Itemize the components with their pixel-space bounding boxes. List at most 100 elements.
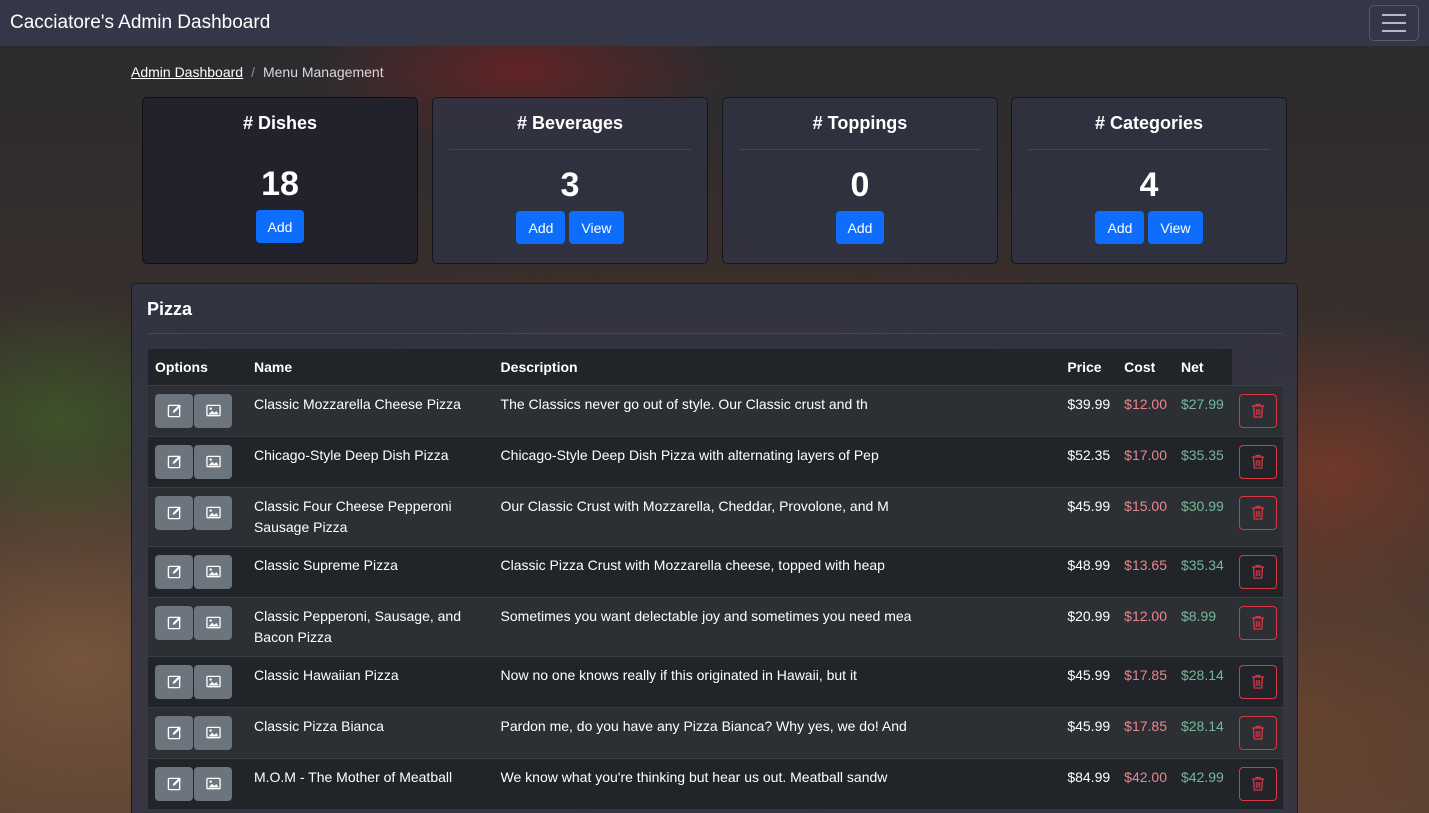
- breadcrumb-admin-dashboard[interactable]: Admin Dashboard: [131, 64, 243, 80]
- trash-icon: [1251, 505, 1264, 520]
- dish-net: $28.14: [1173, 656, 1232, 707]
- dish-net: $27.99: [1173, 385, 1232, 436]
- dish-cost: $15.00: [1117, 487, 1174, 546]
- dish-cost: $12.00: [1117, 385, 1174, 436]
- add-dish-button[interactable]: Add: [255, 210, 305, 243]
- pizza-section-panel: Pizza Options Name Description Price Cos…: [131, 283, 1298, 813]
- table-row: Classic Four Cheese Pepperoni Sausage Pi…: [148, 487, 1283, 546]
- edit-button[interactable]: [155, 554, 193, 589]
- trash-icon: [1251, 564, 1264, 579]
- image-button[interactable]: [194, 495, 232, 530]
- stat-actions: Add View: [433, 211, 707, 244]
- dish-name: Classic Pizza Bianca: [246, 707, 494, 758]
- dish-name: Chicago-Style Deep Dish Pizza: [246, 436, 494, 487]
- edit-button[interactable]: [155, 664, 193, 699]
- table-row: Classic Supreme Pizza Classic Pizza Crus…: [148, 546, 1283, 597]
- view-beverages-button[interactable]: View: [569, 211, 624, 244]
- trash-icon: [1251, 674, 1264, 689]
- column-name: Name: [246, 349, 494, 385]
- options-cell: [148, 385, 247, 436]
- edit-icon: [167, 455, 181, 469]
- delete-button[interactable]: [1238, 495, 1277, 530]
- delete-button[interactable]: [1238, 554, 1277, 589]
- app-brand[interactable]: Cacciatore's Admin Dashboard: [10, 12, 270, 34]
- dish-name: Classic Pepperoni, Sausage, and Bacon Pi…: [246, 597, 494, 656]
- dish-cost: $17.00: [1117, 436, 1174, 487]
- edit-icon: [167, 777, 181, 791]
- image-icon: [205, 675, 221, 688]
- section-title: Pizza: [147, 299, 193, 319]
- image-icon: [205, 616, 221, 629]
- dish-description: Pardon me, do you have any Pizza Bianca?…: [493, 707, 1061, 758]
- image-button[interactable]: [194, 715, 232, 750]
- image-button[interactable]: [194, 444, 232, 479]
- dish-price: $39.99: [1060, 385, 1118, 436]
- delete-button[interactable]: [1238, 766, 1277, 801]
- hamburger-menu-icon[interactable]: [1369, 5, 1419, 41]
- edit-button[interactable]: [155, 393, 193, 428]
- delete-cell: [1231, 758, 1283, 809]
- dish-net: $35.34: [1173, 546, 1232, 597]
- image-button[interactable]: [194, 393, 232, 428]
- dish-net: $28.14: [1173, 707, 1232, 758]
- delete-cell: [1231, 546, 1283, 597]
- stat-title: # Beverages: [516, 113, 624, 133]
- image-button[interactable]: [194, 605, 232, 640]
- image-icon: [205, 726, 221, 739]
- edit-button[interactable]: [155, 605, 193, 640]
- dish-description: Sometimes you want delectable joy and so…: [493, 597, 1061, 656]
- trash-icon: [1251, 454, 1264, 469]
- edit-button[interactable]: [155, 715, 193, 750]
- image-button[interactable]: [194, 554, 232, 589]
- stat-actions: Add View: [1012, 211, 1286, 244]
- add-topping-button[interactable]: Add: [835, 211, 885, 244]
- options-cell: [148, 656, 247, 707]
- delete-button[interactable]: [1238, 715, 1277, 750]
- image-icon: [205, 455, 221, 468]
- trash-icon: [1251, 725, 1264, 740]
- edit-button[interactable]: [155, 766, 193, 801]
- image-button[interactable]: [194, 664, 232, 699]
- add-beverage-button[interactable]: Add: [516, 211, 566, 244]
- breadcrumb: Admin Dashboard / Menu Management: [131, 64, 384, 80]
- edit-icon: [167, 565, 181, 579]
- edit-button[interactable]: [155, 444, 193, 479]
- trash-icon: [1251, 776, 1264, 791]
- top-navbar: Cacciatore's Admin Dashboard: [0, 0, 1429, 46]
- image-button[interactable]: [194, 766, 232, 801]
- table-row: Chicago-Style Deep Dish Pizza Chicago-St…: [148, 436, 1283, 487]
- column-price: Price: [1060, 349, 1118, 385]
- stat-value: 18: [261, 165, 299, 203]
- trash-icon: [1251, 615, 1264, 630]
- dish-price: $52.35: [1060, 436, 1118, 487]
- options-cell: [148, 487, 247, 546]
- delete-cell: [1231, 487, 1283, 546]
- edit-icon: [167, 506, 181, 520]
- add-category-button[interactable]: Add: [1095, 211, 1145, 244]
- dish-price: $45.99: [1060, 707, 1118, 758]
- dish-net: $30.99: [1173, 487, 1232, 546]
- table-row: Classic Hawaiian Pizza Now no one knows …: [148, 656, 1283, 707]
- delete-button[interactable]: [1238, 664, 1277, 699]
- column-description: Description: [493, 349, 1061, 385]
- dish-cost: $12.00: [1117, 597, 1174, 656]
- dish-name: Classic Mozzarella Cheese Pizza: [246, 385, 494, 436]
- delete-cell: [1231, 385, 1283, 436]
- dish-price: $84.99: [1060, 758, 1118, 809]
- view-categories-button[interactable]: View: [1148, 211, 1203, 244]
- image-icon: [205, 506, 221, 519]
- delete-cell: [1231, 707, 1283, 758]
- delete-button[interactable]: [1238, 393, 1277, 428]
- dish-description: Now no one knows really if this originat…: [493, 656, 1061, 707]
- dish-net: $35.35: [1173, 436, 1232, 487]
- stat-actions: Add: [143, 210, 417, 243]
- edit-button[interactable]: [155, 495, 193, 530]
- delete-button[interactable]: [1238, 605, 1277, 640]
- stat-card-toppings: # Toppings 0 Add: [722, 97, 998, 264]
- stat-title: # Categories: [1094, 113, 1204, 133]
- edit-icon: [167, 726, 181, 740]
- delete-button[interactable]: [1238, 444, 1277, 479]
- table-row: Classic Mozzarella Cheese Pizza The Clas…: [148, 385, 1283, 436]
- dish-cost: $17.85: [1117, 656, 1174, 707]
- dish-price: $45.99: [1060, 656, 1118, 707]
